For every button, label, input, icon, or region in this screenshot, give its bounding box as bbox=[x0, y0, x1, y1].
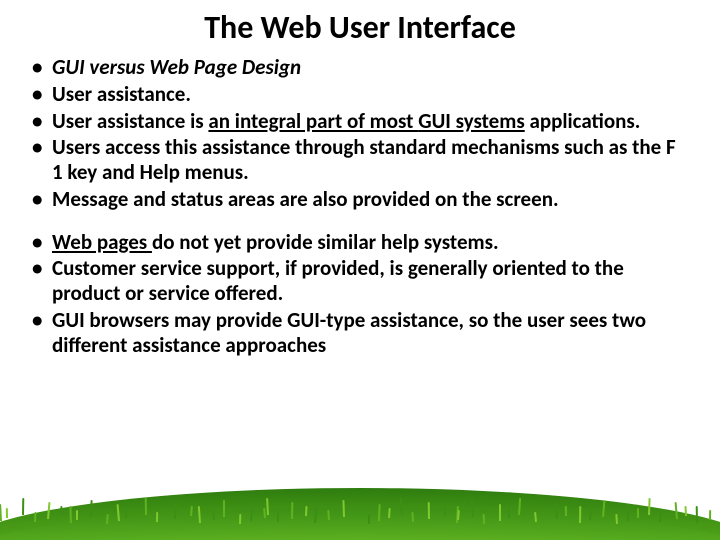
grass-blade bbox=[456, 506, 459, 523]
grass-blade bbox=[0, 504, 2, 521]
bullet-text: Customer service support, if provided, i… bbox=[52, 255, 624, 306]
grass-blade bbox=[116, 504, 119, 521]
grass-blade bbox=[483, 514, 485, 524]
grass-blade bbox=[266, 498, 269, 515]
grass-blade bbox=[368, 514, 370, 524]
grass-blade bbox=[314, 506, 317, 523]
bullet-text: GUI versus Web Page Design bbox=[52, 54, 301, 80]
grass-blade bbox=[106, 514, 109, 524]
grass-blade bbox=[378, 504, 381, 521]
grass-blade bbox=[90, 500, 93, 517]
grass-mound-front bbox=[0, 508, 720, 540]
bullet-item: Message and status areas are also provid… bbox=[26, 187, 690, 212]
grass-blade bbox=[648, 498, 651, 515]
grass-blade bbox=[696, 506, 698, 523]
slide: The Web User Interface GUI versus Web Pa… bbox=[0, 8, 720, 540]
bullet-text: do not yet provide similar help systems. bbox=[152, 229, 499, 255]
bullet-text: Users access this assistance through sta… bbox=[52, 134, 676, 185]
bullet-text: Message and status areas are also provid… bbox=[52, 186, 559, 212]
grass-blade bbox=[428, 502, 430, 519]
grass-blade bbox=[637, 508, 639, 518]
grass-blade bbox=[60, 506, 63, 516]
bullet-text: applications. bbox=[525, 108, 641, 134]
bullet-text-underline: an integral part of most bbox=[208, 108, 418, 134]
grass-blade bbox=[499, 504, 501, 521]
grass-blade bbox=[400, 498, 403, 515]
grass-blade bbox=[174, 502, 177, 519]
bullet-item: GUI browsers may provide GUI-type assist… bbox=[26, 308, 690, 358]
slide-content: GUI versus Web Page Design User assistan… bbox=[0, 55, 720, 357]
grass-blade bbox=[239, 514, 241, 524]
grass-blade bbox=[34, 512, 37, 522]
grass-blade bbox=[457, 510, 460, 520]
grass-blade bbox=[565, 506, 567, 516]
bullet-item: User assistance. bbox=[26, 82, 690, 107]
grass-blade bbox=[471, 500, 474, 517]
grass-blade bbox=[198, 506, 201, 523]
grass-blade bbox=[22, 498, 24, 515]
grass-blade bbox=[615, 514, 618, 524]
bullet-text: User assistance. bbox=[52, 81, 191, 107]
grass-blade bbox=[305, 506, 308, 516]
bullet-text-underline: Web pages bbox=[52, 229, 152, 255]
grass-blade bbox=[6, 508, 8, 518]
bullet-item: Users access this assistance through sta… bbox=[26, 135, 690, 185]
grass-blade bbox=[659, 512, 662, 522]
grass-blade bbox=[125, 508, 128, 518]
grass-blade bbox=[555, 502, 558, 519]
grass-blade bbox=[444, 506, 446, 516]
grass-footer bbox=[0, 478, 720, 540]
grass-blade bbox=[69, 506, 72, 523]
bullet-item: Customer service support, if provided, i… bbox=[26, 256, 690, 306]
grass-blade bbox=[250, 504, 253, 521]
grass-blade bbox=[213, 510, 215, 520]
grass-blade bbox=[589, 510, 592, 520]
grass-blade bbox=[47, 502, 50, 519]
grass-blade bbox=[412, 512, 415, 522]
grass-blade bbox=[223, 500, 225, 517]
grass-blade bbox=[190, 506, 193, 516]
grass-blade bbox=[626, 504, 629, 521]
grass-blade bbox=[709, 510, 711, 520]
grass-blade bbox=[277, 512, 279, 522]
grass-blade bbox=[518, 498, 521, 515]
grass-blade bbox=[144, 498, 146, 515]
grass-blade bbox=[534, 512, 537, 522]
bullet-text-underline: GUI systems bbox=[418, 108, 525, 134]
grass-blade bbox=[76, 510, 78, 520]
bullet-item: GUI versus Web Page Design bbox=[26, 55, 690, 80]
grass-mound-back bbox=[0, 488, 720, 540]
bullet-item: User assistance is an integral part of m… bbox=[26, 109, 690, 134]
bullet-text: User assistance is bbox=[52, 108, 208, 134]
grass-blade bbox=[342, 500, 345, 517]
slide-title: The Web User Interface bbox=[0, 8, 720, 47]
grass-blade bbox=[291, 502, 293, 519]
bullet-item: Web pages do not yet provide similar hel… bbox=[26, 230, 690, 255]
grass-blade bbox=[674, 502, 677, 519]
grass-blade bbox=[263, 508, 266, 518]
grass-blade bbox=[579, 506, 581, 523]
grass-blade bbox=[388, 508, 391, 518]
grass-blade bbox=[685, 506, 688, 516]
bullet-group-2: Web pages do not yet provide similar hel… bbox=[26, 230, 690, 358]
grass-blade bbox=[156, 512, 158, 522]
grass-blade bbox=[602, 500, 605, 517]
bullet-group-1: GUI versus Web Page Design User assistan… bbox=[26, 55, 690, 212]
grass-blade bbox=[327, 510, 330, 520]
grass-blade bbox=[508, 508, 510, 518]
bullet-text: GUI browsers may provide GUI-type assist… bbox=[52, 307, 646, 358]
